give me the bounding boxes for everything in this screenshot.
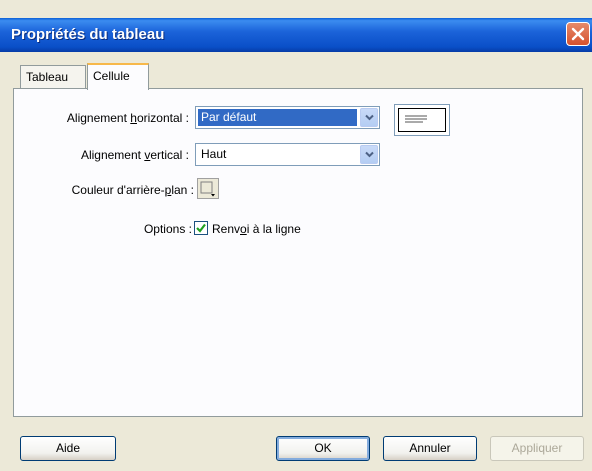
tab-tableau[interactable]: Tableau — [20, 65, 86, 89]
valign-select[interactable]: Haut — [195, 143, 380, 166]
options-label: Options : — [143, 222, 192, 236]
wrap-checkbox[interactable] — [194, 221, 208, 235]
align-lines-icon — [405, 115, 427, 123]
apply-button[interactable]: Appliquer — [490, 436, 584, 461]
halign-dropdown-button[interactable] — [360, 108, 378, 127]
bgcolor-picker-button[interactable] — [197, 178, 219, 199]
dialog-window: Propriétés du tableau Tableau Cellule Al… — [0, 0, 592, 471]
wrap-checkbox-label[interactable]: Renvoi à la ligne — [212, 222, 301, 236]
chevron-down-icon — [364, 114, 374, 121]
checkmark-icon — [196, 223, 206, 233]
title-bar[interactable]: Propriétés du tableau — [0, 18, 592, 52]
ok-button[interactable]: OK — [276, 436, 370, 461]
dialog-title: Propriétés du tableau — [11, 26, 165, 43]
color-swatch-icon — [200, 181, 215, 197]
close-icon — [571, 27, 585, 41]
valign-label: Alignement vertical : — [80, 148, 189, 162]
halign-select[interactable]: Par défaut — [195, 106, 380, 129]
halign-value: Par défaut — [198, 109, 357, 126]
tab-panel-cellule — [13, 88, 583, 417]
close-button[interactable] — [566, 22, 590, 46]
valign-value: Haut — [201, 147, 227, 161]
chevron-down-icon — [364, 151, 374, 158]
bgcolor-label: Couleur d'arrière-plan : — [71, 183, 194, 197]
tab-cellule[interactable]: Cellule — [87, 63, 149, 90]
help-button[interactable]: Aide — [20, 436, 116, 461]
valign-dropdown-button[interactable] — [360, 145, 378, 164]
alignment-preview — [394, 104, 450, 136]
cancel-button[interactable]: Annuler — [383, 436, 477, 461]
halign-label: Alignement horizontal : — [66, 111, 189, 125]
